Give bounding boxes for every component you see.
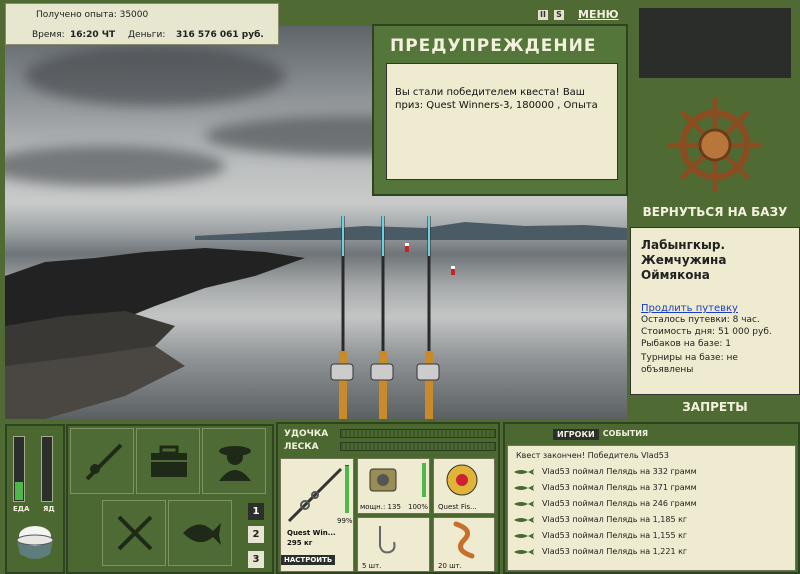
time-label: Время: <box>32 30 65 40</box>
fish-icon <box>514 517 534 523</box>
reel-condition-bar <box>422 463 426 497</box>
page-button-2[interactable]: 2 <box>248 526 264 543</box>
rod-percent: 99% <box>337 517 353 525</box>
log-text: Квест закончен! Победитель Vlad53 <box>516 451 669 460</box>
log-text: Vlad53 поймал Пелядь на 246 грамм <box>542 499 697 508</box>
rod-icon <box>85 443 123 481</box>
reel-power: мощн.: 135 <box>360 503 401 511</box>
tackle-panel: УДОЧКА ЛЕСКА 99% Quest Win... 295 кг НАС… <box>276 422 500 574</box>
fish-icon <box>183 523 221 545</box>
ship-wheel-icon[interactable] <box>668 95 762 195</box>
log-text: Vlad53 поймал Пелядь на 1,221 кг <box>542 547 688 556</box>
rod-slider-label: УДОЧКА <box>284 429 329 439</box>
info-row: Осталось путевки: 8 час. <box>641 315 760 325</box>
food-tile[interactable] <box>102 500 166 566</box>
tackle-box-icon <box>151 445 187 477</box>
reel-slot[interactable]: мощн.: 135 100% <box>357 458 430 514</box>
event-log: Квест закончен! Победитель Vlad53 Vlad53 … <box>507 445 796 571</box>
page-button-1[interactable]: 1 <box>248 503 264 520</box>
tab-events[interactable]: СОБЫТИЯ <box>603 429 648 440</box>
time-value: 16:20 ЧТ <box>70 30 116 40</box>
log-line: Vlad53 поймал Пелядь на 1,221 кг <box>508 544 795 560</box>
chat-tabs: ИГРОКИ СОБЫТИЯ <box>553 429 648 440</box>
location-name: Лабынгкыр. Жемчужина Оймякона <box>641 238 727 282</box>
info-row: Стоимость дня: 51 000 руб. <box>641 327 772 337</box>
tools-panel: 1 2 3 <box>66 424 274 574</box>
extend-permit-link[interactable]: Продлить путевку <box>641 303 789 314</box>
food-bowl-icon[interactable] <box>14 520 56 566</box>
log-line: Vlad53 поймал Пелядь на 1,185 кг <box>508 512 795 528</box>
log-text: Vlad53 поймал Пелядь на 371 грамм <box>542 483 697 492</box>
return-to-base-button[interactable]: ВЕРНУТЬСЯ НА БАЗУ <box>630 205 800 219</box>
log-text: Vlad53 поймал Пелядь на 332 грамм <box>542 467 697 476</box>
food-label: ЕДА <box>13 505 30 513</box>
top-controls: II S МЕНЮ <box>538 8 619 21</box>
page-button-3[interactable]: 3 <box>248 551 264 568</box>
log-line: Квест закончен! Победитель Vlad53 <box>508 448 795 464</box>
line-tension-slider[interactable] <box>340 442 496 451</box>
rod-weight: 295 кг <box>287 539 313 547</box>
hook-count: 5 шт. <box>362 562 382 570</box>
log-line: Vlad53 поймал Пелядь на 246 грамм <box>508 496 795 512</box>
hook-slot[interactable]: 5 шт. <box>357 517 430 572</box>
bait-worm-icon <box>453 521 475 559</box>
bait-slot[interactable]: 20 шт. <box>433 517 495 572</box>
info-row: Турниры на базе: не объявлены <box>641 353 738 375</box>
event-log-panel: ИГРОКИ СОБЫТИЯ Квест закончен! Победител… <box>503 422 800 574</box>
log-text: Vlad53 поймал Пелядь на 1,185 кг <box>542 515 688 524</box>
location-info: Лабынгкыр. Жемчужина Оймякона Продлить п… <box>630 227 800 395</box>
fish-icon <box>514 485 534 491</box>
bans-button[interactable]: ЗАПРЕТЫ <box>630 400 800 414</box>
sound-button[interactable]: S <box>554 9 564 20</box>
fish-tile[interactable] <box>168 500 232 566</box>
fish-icon <box>514 549 534 555</box>
reel-percent: 100% <box>408 503 429 511</box>
player-stats: Получено опыта: 35000 Время: 16:20 ЧТ Де… <box>5 3 279 45</box>
log-line: Vlad53 поймал Пелядь на 332 грамм <box>508 464 795 480</box>
tab-players[interactable]: ИГРОКИ <box>553 429 599 440</box>
money-label: Деньги: <box>128 30 166 40</box>
rod-name: Quest Win... <box>287 529 336 537</box>
line-slider-label: ЛЕСКА <box>284 442 319 452</box>
fish-icon <box>514 469 534 475</box>
pause-button[interactable]: II <box>538 9 548 20</box>
line-spool-icon <box>446 464 478 496</box>
tackle-box-tile[interactable] <box>136 428 200 494</box>
log-text: Vlad53 поймал Пелядь на 1,155 кг <box>542 531 688 540</box>
warning-message: Вы стали победителем квеста! Ваш приз: Q… <box>386 63 618 180</box>
status-bars: ЕДА ЯД <box>5 424 65 574</box>
fork-knife-icon <box>117 515 153 551</box>
poison-bar <box>41 436 53 502</box>
xp-text: Получено опыта: 35000 <box>36 10 149 20</box>
rod-icon <box>287 467 343 523</box>
warning-dialog: ПРЕДУПРЕЖДЕНИЕ Вы стали победителем квес… <box>372 24 628 196</box>
rod-condition-bar <box>345 465 349 513</box>
rods-tile[interactable] <box>70 428 134 494</box>
menu-button[interactable]: МЕНЮ <box>578 8 619 21</box>
fish-icon <box>514 501 534 507</box>
money-value: 316 576 061 руб. <box>176 30 264 40</box>
adjust-button[interactable]: НАСТРОИТЬ <box>281 555 336 565</box>
warning-title: ПРЕДУПРЕЖДЕНИЕ <box>390 36 597 56</box>
line-slot[interactable]: Quest Fis... <box>433 458 495 514</box>
fish-icon <box>514 533 534 539</box>
log-line: Vlad53 поймал Пелядь на 1,155 кг <box>508 528 795 544</box>
food-bar <box>13 436 25 502</box>
reel-icon <box>369 468 397 492</box>
minimap-panel <box>636 5 794 81</box>
fisherman-icon <box>219 446 251 481</box>
info-row: Рыбаков на базе: 1 <box>641 339 731 349</box>
bait-count: 20 шт. <box>438 562 462 570</box>
line-name: Quest Fis... <box>438 503 477 511</box>
fisherman-tile[interactable] <box>202 428 266 494</box>
fishing-rods[interactable] <box>325 216 465 419</box>
log-line: Vlad53 поймал Пелядь на 371 грамм <box>508 480 795 496</box>
poison-label: ЯД <box>43 505 55 513</box>
hook-icon <box>379 526 396 554</box>
rod-tension-slider[interactable] <box>340 429 496 438</box>
